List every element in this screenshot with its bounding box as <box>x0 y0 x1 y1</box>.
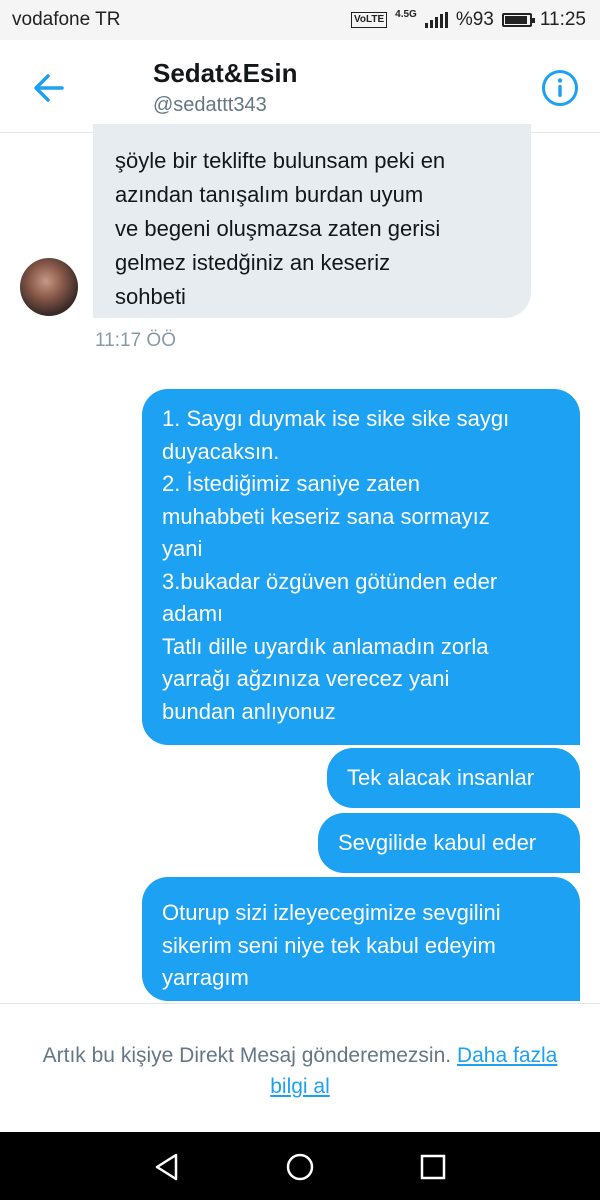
carrier-name: vodafone TR <box>12 9 121 30</box>
outgoing-message-bubble[interactable]: Tek alacak insanlar <box>327 748 580 808</box>
nav-home-button[interactable] <box>283 1150 317 1184</box>
nav-back-button[interactable] <box>150 1150 184 1184</box>
notice-text: Artık bu kişiye Direkt Mesaj gönderemezs… <box>42 1044 457 1067</box>
navigation-bar <box>0 1132 600 1200</box>
incoming-message-bubble[interactable]: şöyle bir teklifte bulunsam peki en azın… <box>93 124 531 318</box>
nav-recents-button[interactable] <box>416 1150 450 1184</box>
clock: 11:25 <box>539 9 586 30</box>
avatar[interactable] <box>20 258 78 316</box>
arrow-left-icon <box>34 74 64 102</box>
square-recents-icon <box>420 1154 446 1180</box>
circle-home-icon <box>286 1153 314 1181</box>
triangle-back-icon <box>155 1153 178 1181</box>
info-button[interactable] <box>540 68 580 108</box>
conversation-header: Sedat&Esin @sedattt343 <box>0 40 600 133</box>
dm-disabled-notice: Artık bu kişiye Direkt Mesaj gönderemezs… <box>0 1003 600 1131</box>
battery-icon <box>501 13 535 27</box>
battery-percent: %93 <box>455 9 494 30</box>
conversation-title: Sedat&Esin <box>153 58 298 88</box>
back-button[interactable] <box>28 68 72 108</box>
status-indicators: VoLTE 4.5G %93 11:25 <box>350 9 586 31</box>
status-bar: vodafone TR VoLTE 4.5G %93 11:25 <box>0 0 600 40</box>
info-icon <box>542 70 578 106</box>
user-handle: @sedattt343 <box>153 94 267 116</box>
outgoing-message-bubble[interactable]: Sevgilide kabul eder <box>318 813 580 873</box>
outgoing-message-bubble[interactable]: 1. Saygı duymak ise sike sike saygı duya… <box>142 389 580 745</box>
message-timestamp: 11:17 ÖÖ <box>95 330 176 351</box>
volte-icon: VoLTE <box>350 12 388 28</box>
signal-icon <box>424 12 448 28</box>
network-type-label: 4.5G <box>395 9 417 20</box>
outgoing-message-bubble[interactable]: Oturup sizi izleyecegimize sevgilini sik… <box>142 877 580 1001</box>
